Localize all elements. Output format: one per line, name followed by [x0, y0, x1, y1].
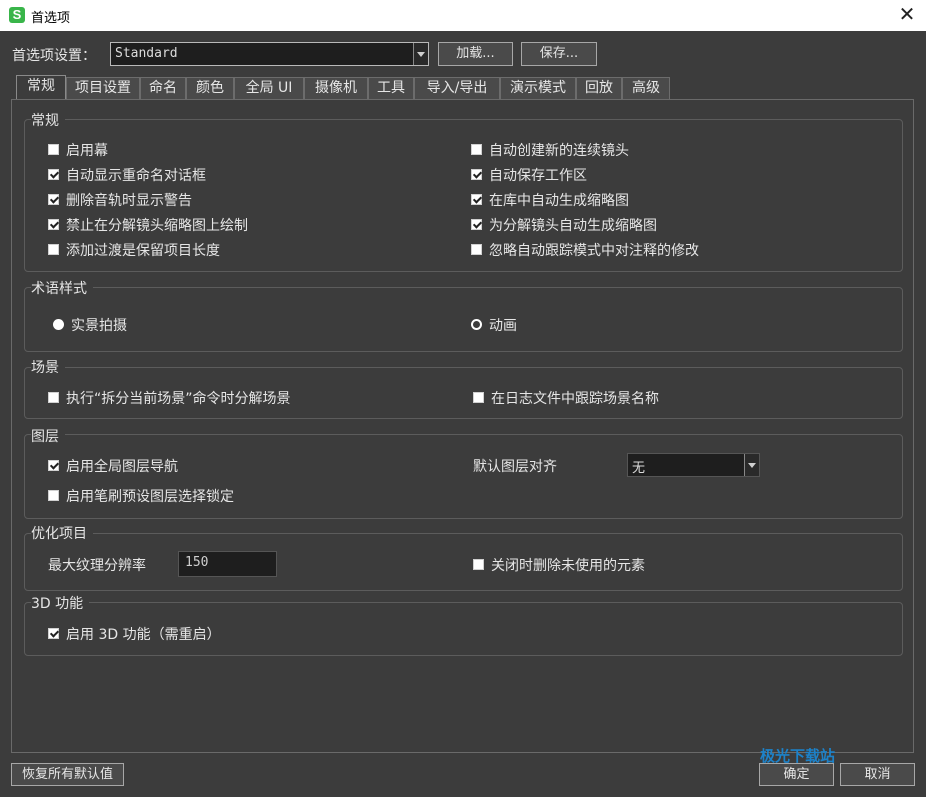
- checkbox-auto-create-sequence[interactable]: [471, 144, 482, 155]
- restore-defaults-button[interactable]: 恢复所有默认值: [11, 763, 124, 786]
- tab-naming[interactable]: 命名: [140, 77, 186, 99]
- checkbox-library-thumbnails[interactable]: [471, 194, 482, 205]
- window-title: 首选项: [31, 11, 71, 26]
- checkbox-ignore-annotation[interactable]: [471, 244, 482, 255]
- checkbox-global-layer-nav[interactable]: [48, 460, 59, 471]
- ok-button[interactable]: 确定: [759, 763, 834, 786]
- label-auto-rename-dialog: 自动显示重命名对话框: [66, 168, 206, 184]
- tab-advanced[interactable]: 高级: [622, 77, 670, 99]
- group-terminology: [24, 287, 903, 352]
- preset-label: 首选项设置：: [12, 48, 96, 64]
- label-keep-length-transition: 添加过渡是保留项目长度: [66, 243, 220, 259]
- save-button[interactable]: 保存...: [521, 42, 597, 66]
- group-scene-title: 场景: [31, 357, 65, 377]
- label-live-action: 实景拍摄: [71, 318, 127, 334]
- tab-camera[interactable]: 摄像机: [304, 77, 368, 99]
- preset-select-value: Standard: [115, 46, 178, 61]
- group-terminology-title: 术语样式: [31, 278, 93, 298]
- label-warn-delete-track: 删除音轨时显示警告: [66, 193, 192, 209]
- checkbox-brush-layer-lock[interactable]: [48, 490, 59, 501]
- group-3d-title: 3D 功能: [31, 593, 90, 613]
- label-track-scene-name: 在日志文件中跟踪场景名称: [491, 391, 659, 407]
- label-remove-unused: 关闭时删除未使用的元素: [491, 558, 645, 574]
- tab-import-export[interactable]: 导入/导出: [414, 77, 500, 99]
- label-library-thumbnails: 在库中自动生成缩略图: [489, 193, 629, 209]
- checkbox-no-draw-thumbnails[interactable]: [48, 219, 59, 230]
- checkbox-breakdown-thumbnails[interactable]: [471, 219, 482, 230]
- label-ignore-annotation: 忽略自动跟踪模式中对注释的修改: [489, 243, 699, 259]
- tab-presentation-mode[interactable]: 演示模式: [500, 77, 576, 99]
- watermark-text: 极光下载站: [760, 747, 836, 765]
- label-auto-create-sequence: 自动创建新的连续镜头: [489, 143, 629, 159]
- checkbox-split-scene[interactable]: [48, 392, 59, 403]
- cancel-button[interactable]: 取消: [840, 763, 915, 786]
- load-button[interactable]: 加载...: [438, 42, 513, 66]
- preset-select[interactable]: Standard: [110, 42, 429, 66]
- label-global-layer-nav: 启用全局图层导航: [66, 459, 178, 475]
- checkbox-keep-length-transition[interactable]: [48, 244, 59, 255]
- tab-project-settings[interactable]: 项目设置: [66, 77, 140, 99]
- tab-global-ui[interactable]: 全局 UI: [234, 77, 304, 99]
- checkbox-enable-3d[interactable]: [48, 628, 59, 639]
- tab-general[interactable]: 常规: [16, 75, 66, 100]
- label-breakdown-thumbnails: 为分解镜头自动生成缩略图: [489, 218, 657, 234]
- label-split-scene: 执行“拆分当前场景”命令时分解场景: [66, 391, 291, 407]
- label-enable-3d: 启用 3D 功能（需重启）: [66, 627, 221, 643]
- layer-align-value: 无: [632, 461, 646, 476]
- checkbox-track-scene-name[interactable]: [473, 392, 484, 403]
- label-brush-layer-lock: 启用笔刷预设图层选择锁定: [66, 489, 234, 505]
- max-texture-res-input[interactable]: 150: [178, 551, 277, 577]
- tab-playback[interactable]: 回放: [576, 77, 622, 99]
- app-logo-icon: S: [9, 7, 25, 23]
- label-animation: 动画: [489, 318, 517, 334]
- tab-tools[interactable]: 工具: [368, 77, 414, 99]
- group-general-title: 常规: [31, 110, 65, 130]
- layer-align-select[interactable]: 无: [627, 453, 760, 477]
- checkbox-enable-act[interactable]: [48, 144, 59, 155]
- group-layers-title: 图层: [31, 426, 65, 446]
- group-optimize: [24, 533, 903, 591]
- checkbox-auto-rename-dialog[interactable]: [48, 169, 59, 180]
- tab-colors[interactable]: 颜色: [186, 77, 234, 99]
- group-layers: [24, 434, 903, 519]
- checkbox-remove-unused[interactable]: [473, 559, 484, 570]
- label-enable-act: 启用幕: [66, 143, 108, 159]
- label-auto-save-workspace: 自动保存工作区: [489, 168, 587, 184]
- label-max-texture-res: 最大纹理分辨率: [48, 558, 146, 574]
- checkbox-auto-save-workspace[interactable]: [471, 169, 482, 180]
- window-titlebar: S 首选项 ✕: [0, 0, 926, 31]
- radio-animation[interactable]: [471, 319, 482, 330]
- label-no-draw-thumbnails: 禁止在分解镜头缩略图上绘制: [66, 218, 248, 234]
- checkbox-warn-delete-track[interactable]: [48, 194, 59, 205]
- radio-live-action[interactable]: [53, 319, 64, 330]
- chevron-down-icon[interactable]: [413, 43, 428, 65]
- label-default-layer-align: 默认图层对齐: [473, 459, 557, 475]
- group-optimize-title: 优化项目: [31, 523, 93, 543]
- close-icon[interactable]: ✕: [896, 3, 918, 25]
- chevron-down-icon[interactable]: [744, 454, 759, 476]
